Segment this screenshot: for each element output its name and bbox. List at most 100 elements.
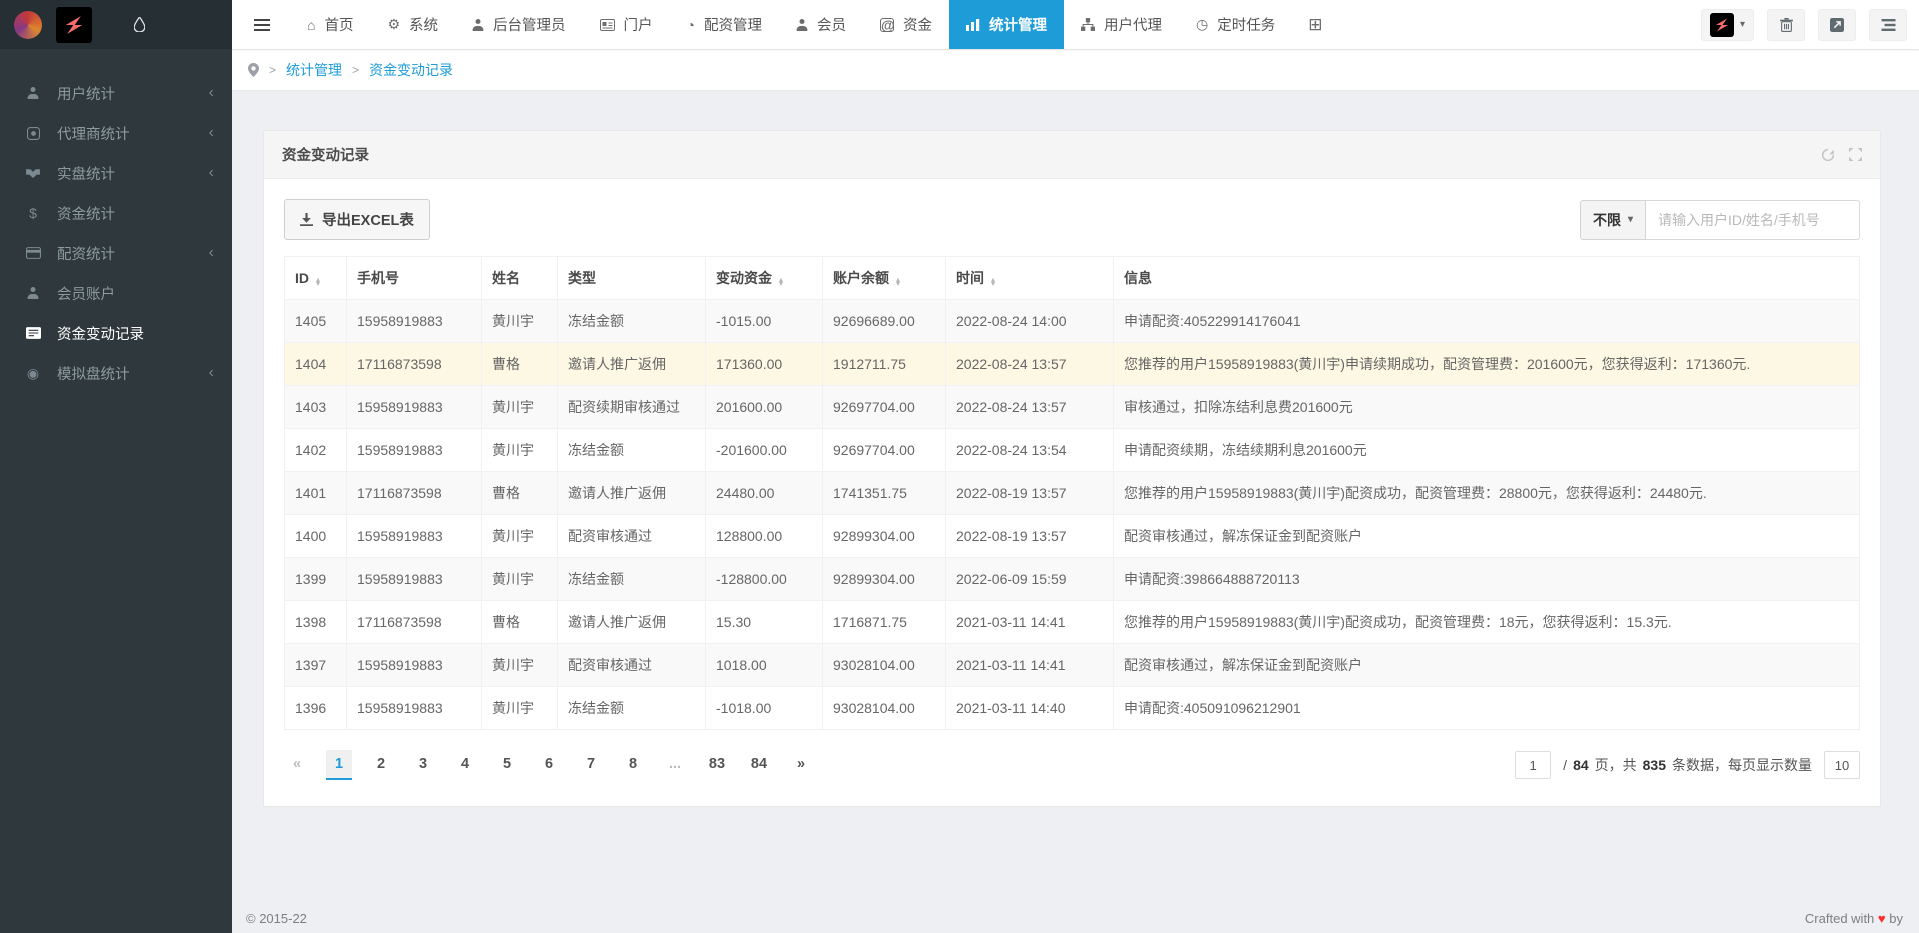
agent-icon (22, 127, 44, 140)
cell-phone: 15958919883 (347, 300, 482, 343)
column-header-ID[interactable]: ID ▴▾ (285, 257, 347, 300)
sidebar-item-资金统计[interactable]: $资金统计 (0, 193, 232, 233)
cell-time: 2021-03-11 14:41 (946, 644, 1114, 687)
user-avatar-menu-button[interactable]: ▾ (1701, 9, 1754, 41)
nav-item-首页[interactable]: ⌂首页 (290, 0, 370, 49)
nav-item-定时任务[interactable]: ◷定时任务 (1179, 0, 1292, 49)
column-header-变动资金[interactable]: 变动资金▴▾ (706, 257, 823, 300)
sidebar-item-用户统计[interactable]: 用户统计‹ (0, 73, 232, 113)
cell-info: 您推荐的用户15958919883(黄川宇)配资成功，配资管理费：18元，您获得… (1114, 601, 1860, 644)
admin-user-icon (472, 19, 484, 31)
records-label: 条数据，每页显示数量 (1672, 755, 1812, 775)
nav-item-资金[interactable]: @资金 (863, 0, 949, 49)
nav-item-门户[interactable]: 门户 (583, 0, 670, 49)
page-button-1[interactable]: 1 (326, 750, 352, 780)
location-pin-icon[interactable] (248, 63, 259, 77)
breadcrumb: > 统计管理 > 资金变动记录 (232, 49, 1919, 90)
page-button-84[interactable]: 84 (746, 750, 772, 780)
nav-item-会员[interactable]: 会员 (779, 0, 863, 49)
navbar-right-controls: ▾ (1701, 9, 1919, 41)
cell-time: 2021-03-11 14:40 (946, 687, 1114, 730)
cell-amount: -201600.00 (706, 429, 823, 472)
page-size-input[interactable] (1824, 751, 1860, 779)
filter-dropdown-button[interactable]: 不限 ▾ (1580, 200, 1646, 240)
table-row: 139817116873598曹格邀请人推广返佣15.301716871.752… (285, 601, 1860, 644)
cell-phone: 15958919883 (347, 386, 482, 429)
breadcrumb-separator: > (352, 63, 359, 77)
cell-id: 1405 (285, 300, 347, 343)
search-filter-group: 不限 ▾ (1580, 200, 1860, 240)
trash-icon (1780, 18, 1793, 32)
expand-icon[interactable] (1849, 148, 1862, 162)
sidebar-item-模拟盘统计[interactable]: ◉模拟盘统计‹ (0, 353, 232, 393)
page-button-2[interactable]: 2 (368, 750, 394, 780)
list-menu-button[interactable] (1869, 9, 1907, 41)
nav-item-配资管理[interactable]: ◔配资管理 (670, 0, 779, 49)
grid-menu-icon[interactable]: ⊞ (1292, 15, 1338, 35)
cell-balance: 92697704.00 (823, 429, 946, 472)
breadcrumb-link-records[interactable]: 资金变动记录 (369, 60, 453, 80)
sidebar-item-会员账户[interactable]: 会员账户 (0, 273, 232, 313)
cell-type: 冻结金额 (558, 558, 706, 601)
column-header-账户余额[interactable]: 账户余额▴▾ (823, 257, 946, 300)
panel-tools (1821, 148, 1862, 162)
nav-item-label: 会员 (817, 14, 846, 35)
cell-type: 配资审核通过 (558, 515, 706, 558)
page-button-6[interactable]: 6 (536, 750, 562, 780)
column-header-时间[interactable]: 时间▴▾ (946, 257, 1114, 300)
cell-id: 1404 (285, 343, 347, 386)
cell-name: 曹格 (482, 601, 558, 644)
page-button-7[interactable]: 7 (578, 750, 604, 780)
sidebar-item-label: 配资统计 (57, 243, 115, 264)
dollar-icon: $ (22, 205, 44, 221)
sort-icon[interactable]: ▴▾ (779, 278, 783, 286)
sort-icon[interactable]: ▴▾ (316, 278, 320, 286)
cell-info: 您推荐的用户15958919883(黄川宇)配资成功，配资管理费：28800元，… (1114, 472, 1860, 515)
cell-type: 邀请人推广返佣 (558, 601, 706, 644)
sidebar-item-资金变动记录[interactable]: 资金变动记录 (0, 313, 232, 353)
sidebar-item-label: 用户统计 (57, 83, 115, 104)
page-button-3[interactable]: 3 (410, 750, 436, 780)
sidebar-item-label: 资金变动记录 (57, 323, 144, 344)
cell-id: 1401 (285, 472, 347, 515)
table-row: 140515958919883黄川宇冻结金额-1015.0092696689.0… (285, 300, 1860, 343)
nav-item-统计管理[interactable]: 统计管理 (949, 0, 1064, 49)
search-input[interactable] (1646, 200, 1860, 240)
user-icon (22, 87, 44, 99)
export-excel-button[interactable]: 导出EXCEL表 (284, 199, 430, 240)
cell-amount: 24480.00 (706, 472, 823, 515)
page-button-83[interactable]: 83 (704, 750, 730, 780)
cell-balance: 92696689.00 (823, 300, 946, 343)
page-button-5[interactable]: 5 (494, 750, 520, 780)
cell-type: 邀请人推广返佣 (558, 472, 706, 515)
trash-button[interactable] (1767, 9, 1805, 41)
refresh-icon[interactable] (1821, 148, 1835, 162)
sort-icon[interactable]: ▴▾ (991, 278, 995, 286)
table-toolbar: 导出EXCEL表 不限 ▾ (284, 199, 1860, 240)
crafted-by-text: Crafted with ♥ by (1805, 911, 1903, 926)
cell-phone: 15958919883 (347, 429, 482, 472)
column-label: ID (295, 270, 309, 286)
nav-item-系统[interactable]: ⚙系统 (370, 0, 455, 49)
pie-chart-icon: ◔ (687, 17, 695, 33)
cell-type: 邀请人推广返佣 (558, 343, 706, 386)
nav-item-后台管理员[interactable]: 后台管理员 (455, 0, 583, 49)
cell-id: 1397 (285, 644, 347, 687)
breadcrumb-link-stats[interactable]: 统计管理 (286, 60, 342, 80)
page-button-»[interactable]: » (788, 750, 814, 780)
column-header-类型: 类型 (558, 257, 706, 300)
cell-id: 1399 (285, 558, 347, 601)
sidebar-item-配资统计[interactable]: 配资统计‹ (0, 233, 232, 273)
page-button-4[interactable]: 4 (452, 750, 478, 780)
member-icon (22, 287, 44, 299)
brand-logo[interactable] (0, 0, 232, 49)
sidebar-item-代理商统计[interactable]: 代理商统计‹ (0, 113, 232, 153)
sort-icon[interactable]: ▴▾ (896, 278, 900, 286)
cell-time: 2022-06-09 15:59 (946, 558, 1114, 601)
current-page-input[interactable] (1515, 751, 1551, 779)
hamburger-menu-button[interactable] (232, 0, 290, 49)
page-button-8[interactable]: 8 (620, 750, 646, 780)
nav-item-用户代理[interactable]: 用户代理 (1064, 0, 1179, 49)
external-link-button[interactable] (1818, 9, 1856, 41)
sidebar-item-实盘统计[interactable]: 实盘统计‹ (0, 153, 232, 193)
